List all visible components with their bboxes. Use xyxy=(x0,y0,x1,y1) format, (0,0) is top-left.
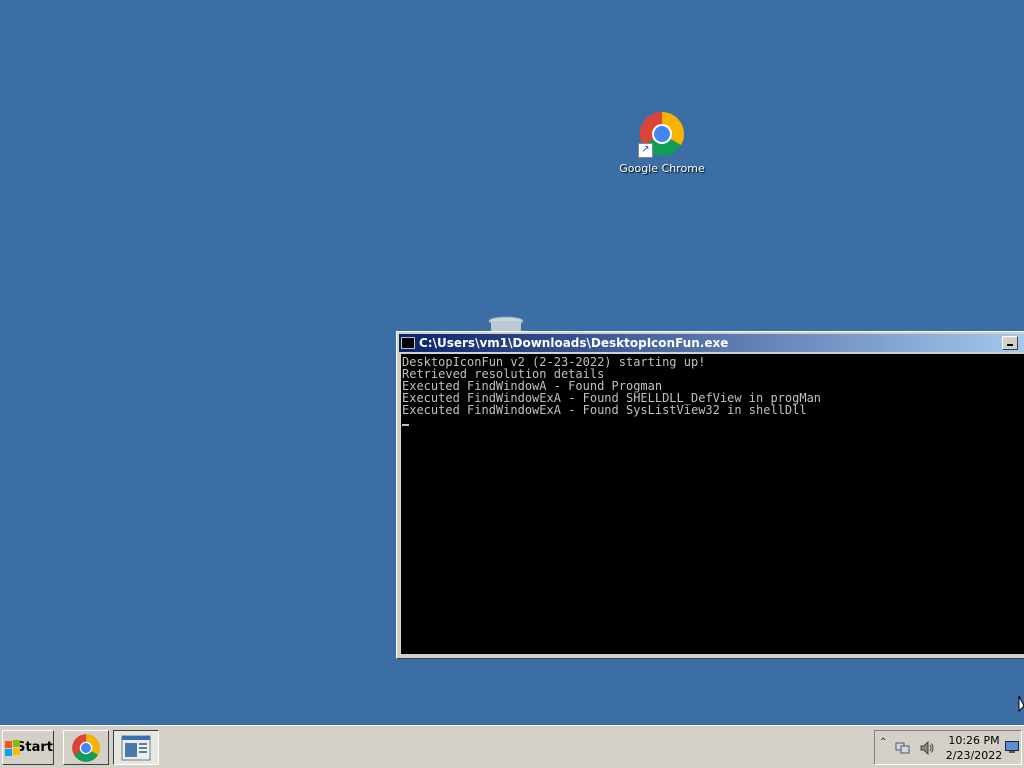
minimize-button[interactable] xyxy=(1002,336,1018,350)
clock[interactable]: 10:26 PM 2/23/2022 xyxy=(943,733,1005,763)
console-window[interactable]: C:\Users\vm1\Downloads\DesktopIconFun.ex… xyxy=(396,331,1024,659)
desktop-icon-label: Google Chrome xyxy=(619,162,705,175)
windows-logo-icon xyxy=(5,739,20,756)
shortcut-arrow-icon: ↗ xyxy=(638,143,653,158)
start-label: Start xyxy=(16,740,53,755)
show-hidden-icons-chevron[interactable]: ⌃ xyxy=(879,737,887,748)
chrome-icon xyxy=(72,733,100,762)
taskbar: Start ⌃ 10:26 PM 2/23/2022 xyxy=(0,725,1024,768)
clock-date: 2/23/2022 xyxy=(945,749,1003,762)
console-output[interactable]: DesktopIconFun v2 (2-23-2022) starting u… xyxy=(401,354,1024,654)
text-cursor xyxy=(402,424,409,426)
window-title: C:\Users\vm1\Downloads\DesktopIconFun.ex… xyxy=(419,336,729,350)
mouse-pointer-icon xyxy=(1018,695,1024,718)
minimize-icon xyxy=(1007,344,1013,346)
desktop-icon-google-chrome[interactable]: ↗ Google Chrome xyxy=(617,110,707,175)
console-app-icon xyxy=(121,735,151,760)
taskbar-button-console[interactable] xyxy=(113,730,159,765)
system-tray: ⌃ 10:26 PM 2/23/2022 xyxy=(874,730,1022,765)
show-desktop-icon[interactable] xyxy=(1005,741,1019,756)
chrome-icon: ↗ xyxy=(638,110,686,158)
start-button[interactable]: Start xyxy=(2,730,54,765)
volume-icon[interactable] xyxy=(919,740,935,759)
console-app-icon xyxy=(401,337,415,349)
desktop: ↗ Google Chrome C:\Users\vm1\Downloads\D… xyxy=(0,0,1024,725)
taskbar-button-chrome[interactable] xyxy=(63,730,109,765)
clock-time: 10:26 PM xyxy=(948,734,1000,747)
console-titlebar[interactable]: C:\Users\vm1\Downloads\DesktopIconFun.ex… xyxy=(399,334,1024,352)
console-line: Executed FindWindowExA - Found SysListVi… xyxy=(402,403,807,417)
network-icon[interactable] xyxy=(895,740,911,759)
